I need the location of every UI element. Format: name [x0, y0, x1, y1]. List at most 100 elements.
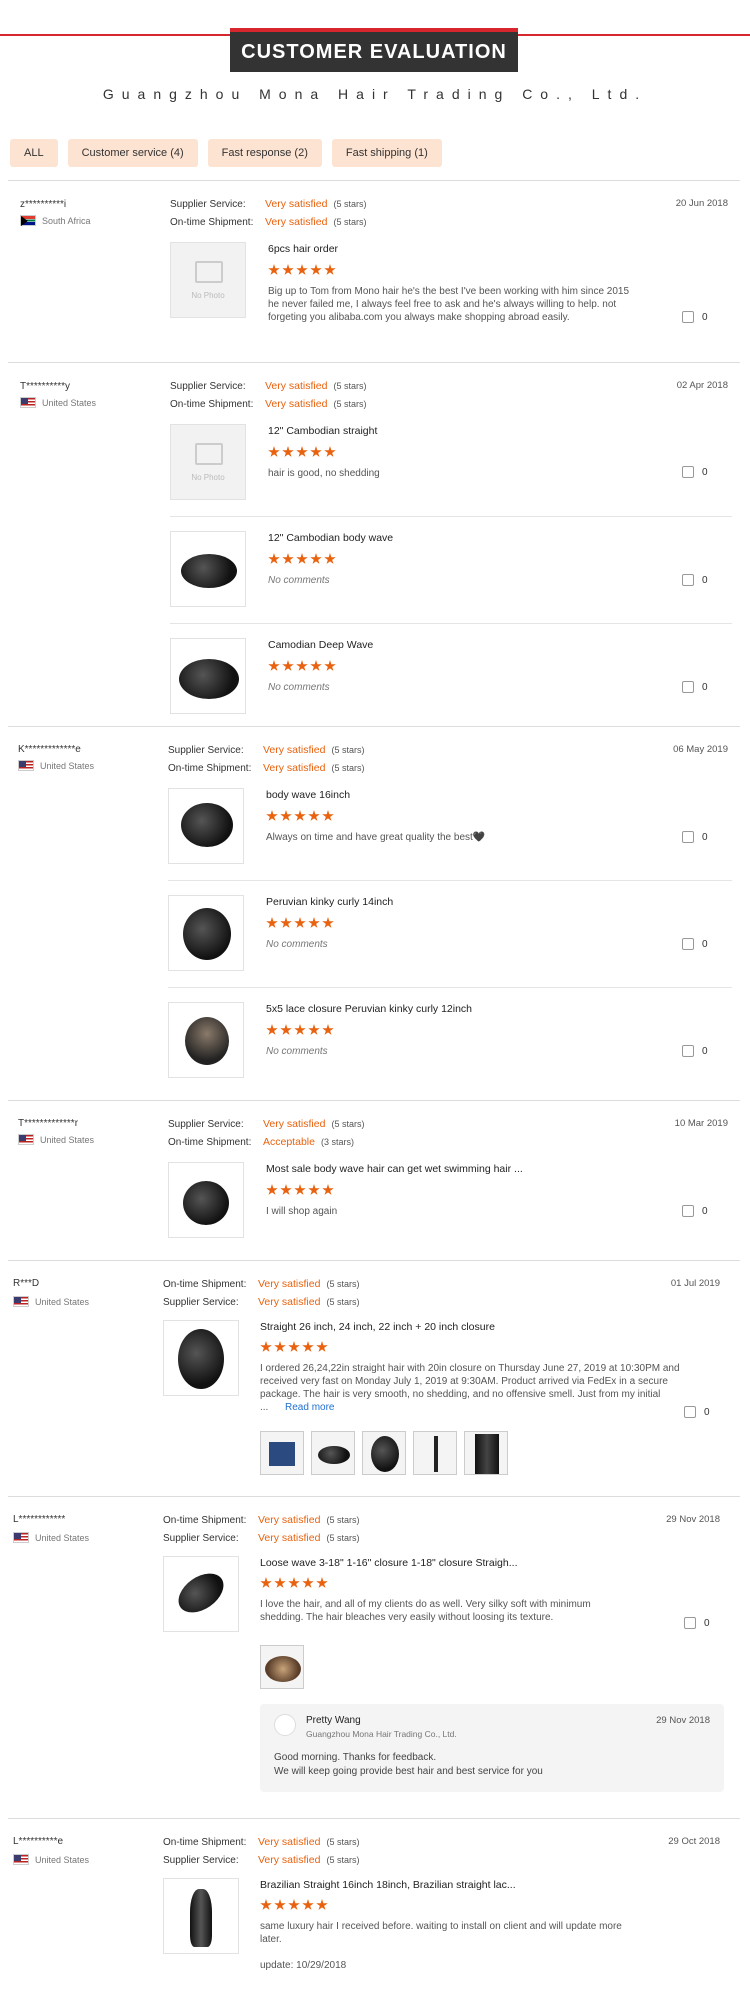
item-divider	[168, 880, 732, 881]
product-thumbnail[interactable]: No Photo	[170, 424, 246, 500]
product-name[interactable]: 12" Cambodian straight	[268, 425, 377, 437]
star-icon	[266, 810, 278, 821]
star-icon	[266, 1184, 278, 1195]
product-thumbnail[interactable]	[163, 1556, 239, 1632]
product-name[interactable]: Straight 26 inch, 24 inch, 22 inch + 20 …	[260, 1321, 495, 1333]
thumbs-up-icon	[682, 1045, 694, 1057]
review-comment: Big up to Tom from Mono hair he's the be…	[268, 286, 630, 323]
like-button[interactable]: 0	[682, 938, 708, 950]
like-button[interactable]: 0	[682, 574, 708, 586]
review-card: z**********i South Africa Supplier Servi…	[8, 180, 740, 362]
review-comment: hair is good, no shedding	[268, 468, 380, 479]
review-date: 29 Oct 2018	[668, 1836, 720, 1847]
like-count: 0	[704, 1617, 710, 1629]
product-name[interactable]: Brazilian Straight 16inch 18inch, Brazil…	[260, 1879, 516, 1891]
product-thumbnail[interactable]	[168, 1162, 244, 1238]
rating-stars-count: (5 stars)	[326, 1837, 360, 1847]
star-icon	[294, 1024, 306, 1035]
star-icon	[310, 660, 322, 671]
review-photo[interactable]	[260, 1645, 304, 1689]
star-icon	[268, 660, 280, 671]
review-update: update: 10/29/2018	[260, 1960, 347, 1971]
rating-label: On-time Shipment:	[170, 398, 254, 410]
star-icon	[308, 1024, 320, 1035]
reviewer-country: South Africa	[20, 215, 91, 226]
star-icon	[296, 660, 308, 671]
rating-row: Supplier Service: Very satisfied (5 stars)	[168, 744, 364, 756]
like-button[interactable]: 0	[682, 681, 708, 693]
rating-stars-count: (5 stars)	[326, 1533, 360, 1543]
product-thumbnail[interactable]: No Photo	[170, 242, 246, 318]
like-button[interactable]: 0	[682, 311, 708, 323]
rating-stars-count: (5 stars)	[333, 399, 367, 409]
star-rating	[268, 446, 336, 458]
like-button[interactable]: 0	[684, 1406, 710, 1418]
star-icon	[324, 660, 336, 671]
reviewer-name: L**********e	[13, 1836, 64, 1847]
rating-stars-count: (3 stars)	[320, 1137, 354, 1147]
star-icon	[316, 1577, 328, 1588]
star-icon	[324, 446, 336, 457]
product-thumbnail[interactable]	[168, 1002, 244, 1078]
product-thumbnail[interactable]	[163, 1320, 239, 1396]
us-flag-icon	[13, 1532, 29, 1543]
country-label: United States	[35, 1532, 90, 1543]
rating-label: On-time Shipment:	[170, 216, 254, 228]
review-photo[interactable]	[260, 1431, 304, 1475]
product-name[interactable]: 5x5 lace closure Peruvian kinky curly 12…	[266, 1003, 472, 1015]
like-count: 0	[702, 938, 708, 950]
product-name[interactable]: Camodian Deep Wave	[268, 639, 373, 651]
rating-row: On-time Shipment: Very satisfied (5 stars)	[163, 1836, 359, 1848]
review-photo[interactable]	[413, 1431, 457, 1475]
star-icon	[280, 810, 292, 821]
reviewer-name: T*************r	[18, 1118, 79, 1129]
product-name[interactable]: body wave 16inch	[266, 789, 350, 801]
like-button[interactable]: 0	[684, 1617, 710, 1629]
product-thumbnail[interactable]	[170, 638, 246, 714]
review-date: 10 Mar 2019	[674, 1118, 728, 1129]
product-thumbnail[interactable]	[170, 531, 246, 607]
product-name[interactable]: Most sale body wave hair can get wet swi…	[266, 1163, 523, 1175]
star-rating	[266, 1184, 334, 1196]
review-photo[interactable]	[311, 1431, 355, 1475]
rating-value: Very satisfied	[258, 1278, 321, 1290]
rating-label: On-time Shipment:	[168, 1136, 252, 1148]
hair-strand-image	[434, 1436, 438, 1472]
star-icon	[308, 810, 320, 821]
review-date: 01 Jul 2019	[670, 1278, 720, 1289]
like-button[interactable]: 0	[682, 831, 708, 843]
like-button[interactable]: 0	[682, 1205, 708, 1217]
supplier-avatar	[274, 1714, 296, 1736]
read-more-link[interactable]: Read more	[285, 1402, 334, 1413]
product-name[interactable]: 6pcs hair order	[268, 243, 338, 255]
review-photo[interactable]	[362, 1431, 406, 1475]
product-thumbnail[interactable]	[168, 895, 244, 971]
filter-fast-shipping[interactable]: Fast shipping (1)	[331, 139, 442, 167]
review-photo[interactable]	[464, 1431, 508, 1475]
us-flag-icon	[13, 1854, 29, 1865]
hair-product-image	[181, 554, 237, 588]
lace-closure-image	[185, 1017, 229, 1065]
reviewer-country: United States	[13, 1532, 89, 1543]
product-name[interactable]: 12" Cambodian body wave	[268, 532, 393, 544]
filter-customer-service[interactable]: Customer service (4)	[67, 139, 198, 167]
like-count: 0	[704, 1406, 710, 1418]
hair-image	[318, 1446, 350, 1464]
item-divider	[168, 987, 732, 988]
product-name[interactable]: Peruvian kinky curly 14inch	[266, 896, 393, 908]
rating-stars-count: (5 stars)	[326, 1855, 360, 1865]
like-button[interactable]: 0	[682, 1045, 708, 1057]
filter-fast-response[interactable]: Fast response (2)	[207, 139, 322, 167]
star-icon	[260, 1577, 272, 1588]
product-thumbnail[interactable]	[168, 788, 244, 864]
thumbs-up-icon	[682, 466, 694, 478]
product-name[interactable]: Loose wave 3-18" 1-16" closure 1-18" clo…	[260, 1557, 518, 1569]
item-divider	[170, 623, 732, 624]
like-button[interactable]: 0	[682, 466, 708, 478]
filter-all[interactable]: ALL	[10, 139, 58, 167]
reviewer-country: United States	[13, 1854, 89, 1865]
product-thumbnail[interactable]	[163, 1878, 239, 1954]
rating-value: Very satisfied	[265, 198, 328, 210]
star-rating	[268, 264, 336, 276]
star-rating	[266, 917, 334, 929]
